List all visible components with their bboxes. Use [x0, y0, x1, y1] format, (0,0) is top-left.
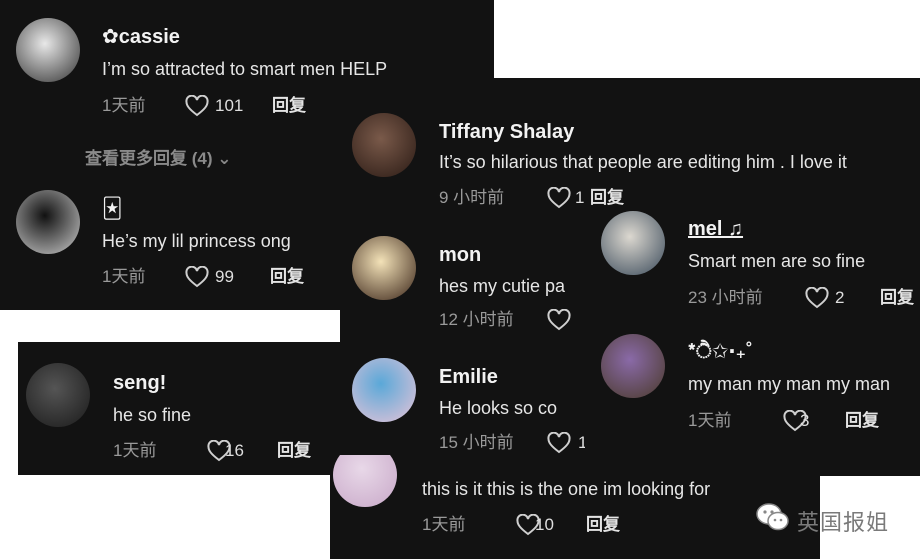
- like-count: 99: [215, 267, 234, 286]
- comment-text: He’s my lil princess ong: [102, 231, 291, 251]
- reply-button[interactable]: 回复: [845, 410, 879, 432]
- timestamp: 1天前: [102, 96, 146, 115]
- heart-icon[interactable]: [185, 94, 209, 117]
- comment-text: he so fine: [113, 405, 192, 425]
- comment-text: He looks so co: [439, 398, 558, 418]
- username[interactable]: Tiffany Shalay: [439, 120, 574, 144]
- reply-button[interactable]: 回复: [270, 266, 304, 288]
- avatar[interactable]: [333, 455, 397, 507]
- timestamp: 23 小时前: [688, 288, 763, 307]
- like-count: 3: [800, 411, 810, 430]
- watermark-text: 英国报姐: [797, 510, 890, 535]
- reply-button[interactable]: 回复: [272, 95, 306, 117]
- view-more-replies-button[interactable]: 查看更多回复 (4) ⌄: [85, 144, 231, 169]
- reply-button[interactable]: 回复: [277, 440, 311, 462]
- username[interactable]: Emilie: [439, 365, 498, 389]
- avatar[interactable]: [352, 236, 416, 300]
- username[interactable]: ✿cassie: [102, 25, 180, 49]
- timestamp: 9 小时前: [439, 188, 505, 207]
- avatar[interactable]: [16, 190, 80, 254]
- comment-panel-4: seng! he so fine 1天前 16 回复: [18, 342, 340, 475]
- like-count: 16: [225, 441, 244, 460]
- reply-button[interactable]: 回复: [880, 287, 914, 309]
- comment-panel-3: mel ♫ Smart men are so fine 23 小时前 2 回复 *ੈ…: [585, 205, 920, 450]
- avatar[interactable]: [601, 334, 665, 398]
- like-count: 10: [535, 515, 554, 534]
- like-count: 1: [575, 188, 585, 207]
- comment-text: my man my man my man: [688, 374, 891, 394]
- timestamp: 1天前: [422, 515, 466, 534]
- username[interactable]: *ੈ✩‧₊˚: [688, 340, 753, 364]
- username[interactable]: seng!: [113, 371, 166, 395]
- like-count: 101: [215, 96, 244, 115]
- wechat-icon: [756, 503, 789, 531]
- avatar[interactable]: [601, 211, 665, 275]
- username[interactable]: mon: [439, 243, 481, 267]
- timestamp: 1天前: [688, 411, 732, 430]
- heart-icon[interactable]: [547, 308, 571, 331]
- comment-meta: 1天前 16 回复: [113, 439, 340, 462]
- comment-meta: 1天前 3 回复: [688, 409, 920, 432]
- reply-button[interactable]: 回复: [586, 514, 620, 536]
- timestamp: 15 小时前: [439, 433, 514, 452]
- heart-icon[interactable]: [185, 265, 209, 288]
- comment-text: It’s so hilarious that people are editin…: [439, 152, 847, 172]
- avatar[interactable]: [26, 363, 90, 427]
- timestamp: 1天前: [102, 267, 146, 286]
- timestamp: 1天前: [113, 441, 157, 460]
- comment-text: I’m so attracted to smart men HELP: [102, 59, 388, 79]
- like-count: 2: [835, 288, 845, 307]
- avatar[interactable]: [352, 113, 416, 177]
- heart-icon[interactable]: [547, 431, 571, 454]
- comment-text: this is it this is the one im looking fo…: [422, 479, 711, 499]
- comment-text: Smart men are so fine: [688, 251, 866, 271]
- comment-meta: 23 小时前 2 回复: [688, 286, 920, 309]
- comment-text: hes my cutie pa: [439, 276, 566, 296]
- heart-icon[interactable]: [547, 186, 571, 209]
- heart-icon[interactable]: [805, 286, 829, 309]
- avatar[interactable]: [352, 358, 416, 422]
- avatar[interactable]: [16, 18, 80, 82]
- username[interactable]: mel ♫: [688, 217, 743, 241]
- username[interactable]: 🃏: [102, 197, 122, 221]
- timestamp: 12 小时前: [439, 310, 514, 329]
